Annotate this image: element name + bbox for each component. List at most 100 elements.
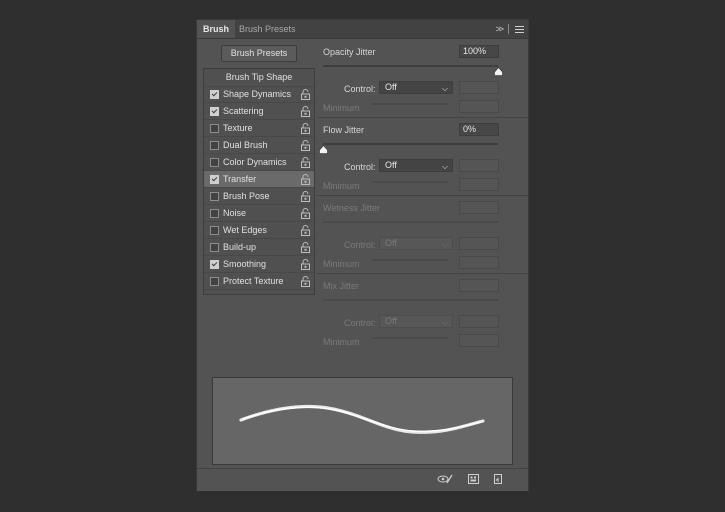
lock-icon[interactable]	[301, 276, 310, 287]
tab-brush[interactable]: Brush	[197, 20, 236, 38]
checkbox[interactable]	[210, 260, 219, 269]
option-item-texture[interactable]: Texture	[204, 120, 314, 137]
flow-jitter-slider[interactable]	[323, 143, 498, 145]
separator	[508, 24, 509, 34]
checkbox[interactable]	[210, 277, 219, 286]
option-label: Smoothing	[223, 259, 267, 269]
option-item-protect-texture[interactable]: Protect Texture	[204, 273, 314, 290]
option-item-shape-dynamics[interactable]: Shape Dynamics	[204, 86, 314, 103]
wetness-jitter-slider[interactable]	[323, 221, 498, 223]
flow-minimum-slider	[372, 181, 448, 183]
option-item-dual-brush[interactable]: Dual Brush	[204, 137, 314, 154]
double-chevron-icon[interactable]: >>	[495, 24, 503, 34]
mix-control-select[interactable]: Off ⌵	[379, 315, 453, 328]
checkbox[interactable]	[210, 107, 219, 116]
flow-jitter-field[interactable]: 0%	[459, 123, 499, 136]
mix-control-field	[459, 315, 499, 328]
lock-icon[interactable]	[301, 242, 310, 253]
stroke-preview-svg	[239, 404, 485, 434]
checkbox[interactable]	[210, 124, 219, 133]
lock-icon[interactable]	[301, 157, 310, 168]
mix-minimum-slider	[372, 337, 448, 339]
option-label: Brush Pose	[223, 191, 270, 201]
chevron-down-icon: ⌵	[441, 318, 448, 327]
tab-brush-presets[interactable]: Brush Presets	[233, 20, 302, 38]
lock-icon[interactable]	[301, 89, 310, 100]
lock-icon[interactable]	[301, 123, 310, 134]
option-item-wet-edges[interactable]: Wet Edges	[204, 222, 314, 239]
checkbox[interactable]	[210, 192, 219, 201]
option-label: Scattering	[223, 106, 264, 116]
lock-icon[interactable]	[301, 106, 310, 117]
checkbox[interactable]	[210, 226, 219, 235]
chevron-down-icon: ⌵	[441, 240, 448, 249]
checkbox[interactable]	[210, 175, 219, 184]
mix-control-label: Control:	[344, 318, 376, 328]
checkbox[interactable]	[210, 141, 219, 150]
option-label: Noise	[223, 208, 247, 218]
opacity-jitter-slider[interactable]	[323, 65, 498, 67]
option-label: Dual Brush	[223, 140, 268, 150]
flow-control-label: Control:	[344, 162, 376, 172]
brush-stroke-preview	[212, 377, 513, 465]
option-label: Wet Edges	[223, 225, 267, 235]
option-item-smoothing[interactable]: Smoothing	[204, 256, 314, 273]
opacity-control-label: Control:	[344, 84, 376, 94]
option-label: Build-up	[223, 242, 257, 252]
lock-icon[interactable]	[301, 208, 310, 219]
mix-minimum-label: Minimum	[323, 337, 360, 347]
opacity-jitter-label: Opacity Jitter	[323, 47, 376, 57]
wetness-jitter-field[interactable]	[459, 201, 499, 214]
flow-minimum-field	[459, 178, 499, 191]
hamburger-menu-icon[interactable]	[515, 25, 524, 33]
lock-icon[interactable]	[301, 259, 310, 270]
flow-slider-thumb[interactable]	[319, 145, 328, 154]
opacity-jitter-field[interactable]: 100%	[459, 45, 499, 58]
mix-jitter-label: Mix Jitter	[323, 281, 359, 291]
option-item-scattering[interactable]: Scattering	[204, 103, 314, 120]
option-item-color-dynamics[interactable]: Color Dynamics	[204, 154, 314, 171]
flow-control-select[interactable]: Off ⌵	[379, 159, 453, 172]
mix-minimum-field	[459, 334, 499, 347]
tab-bar: Brush Brush Presets >>	[197, 20, 528, 39]
checkbox[interactable]	[210, 90, 219, 99]
option-item-noise[interactable]: Noise	[204, 205, 314, 222]
opacity-control-select[interactable]: Off ⌵	[379, 81, 453, 94]
eye-brush-icon[interactable]	[437, 474, 453, 487]
grid-icon[interactable]	[468, 474, 479, 487]
mix-jitter-field[interactable]	[459, 279, 499, 292]
brush-options-list: Brush Tip Shape Shape Dynamics Scattering…	[203, 68, 315, 295]
opacity-slider-thumb[interactable]	[494, 67, 503, 76]
opacity-minimum-slider	[372, 103, 448, 105]
checkbox[interactable]	[210, 243, 219, 252]
option-label: Texture	[223, 123, 253, 133]
checkbox[interactable]	[210, 158, 219, 167]
wetness-control-select[interactable]: Off ⌵	[379, 237, 453, 250]
opacity-control-field	[459, 81, 499, 94]
mix-jitter-slider[interactable]	[323, 299, 498, 301]
opacity-minimum-label: Minimum	[323, 103, 360, 113]
checkbox[interactable]	[210, 209, 219, 218]
lock-icon[interactable]	[301, 174, 310, 185]
select-value: Off	[385, 238, 397, 248]
brush-presets-button[interactable]: Brush Presets	[221, 45, 297, 62]
option-item-build-up[interactable]: Build-up	[204, 239, 314, 256]
wetness-minimum-label: Minimum	[323, 259, 360, 269]
flow-jitter-label: Flow Jitter	[323, 125, 365, 135]
lock-icon[interactable]	[301, 191, 310, 202]
option-label: Transfer	[223, 174, 257, 184]
brush-tip-shape-item[interactable]: Brush Tip Shape	[204, 69, 314, 87]
flow-minimum-label: Minimum	[323, 181, 360, 191]
wetness-minimum-slider	[372, 259, 448, 261]
select-value: Off	[385, 160, 397, 170]
lock-icon[interactable]	[301, 225, 310, 236]
select-value: Off	[385, 82, 397, 92]
section-divider	[317, 117, 528, 118]
chevron-down-icon: ⌵	[441, 84, 448, 93]
flow-control-field	[459, 159, 499, 172]
option-item-transfer[interactable]: Transfer	[204, 171, 314, 188]
new-preset-icon[interactable]	[493, 474, 503, 487]
option-item-brush-pose[interactable]: Brush Pose	[204, 188, 314, 205]
lock-icon[interactable]	[301, 140, 310, 151]
wetness-control-label: Control:	[344, 240, 376, 250]
